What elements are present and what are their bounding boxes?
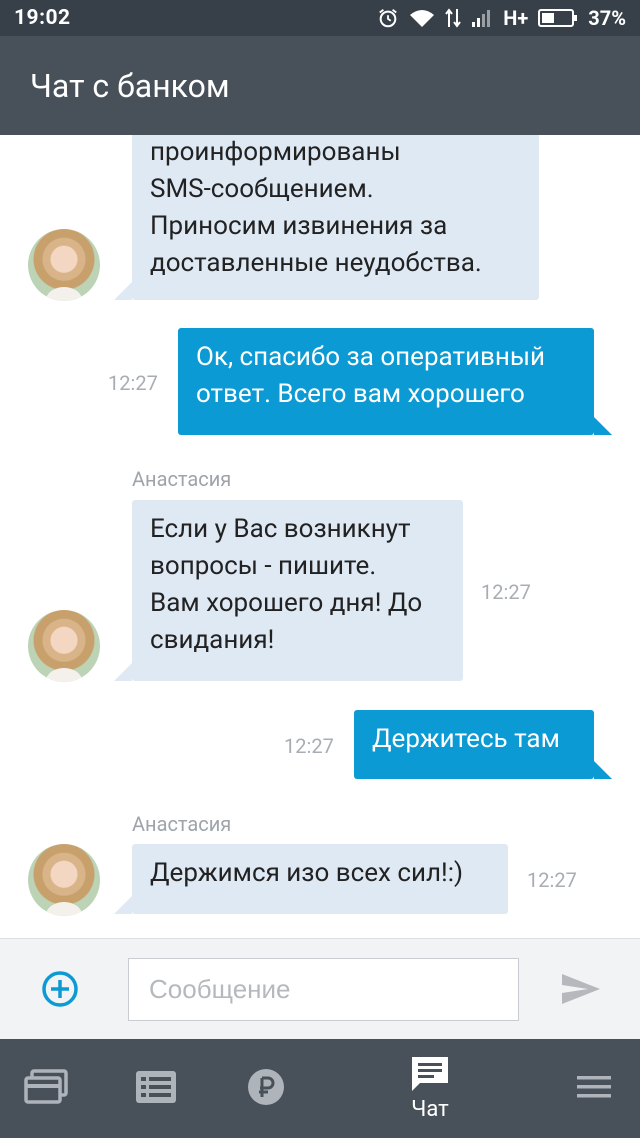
page-title: Чат с банком (30, 66, 230, 105)
message-time: 12:27 (108, 371, 158, 395)
nav-chat[interactable]: Чат (396, 1039, 464, 1138)
ruble-icon (248, 1068, 284, 1105)
bottom-navigation: Чат (0, 1039, 640, 1138)
chat-area[interactable]: проинформированы SMS-сообщением. Приноси… (0, 135, 640, 938)
list-icon (136, 1070, 176, 1103)
status-icons: H+ 37% (377, 6, 626, 30)
avatar (28, 610, 100, 682)
nav-cards[interactable] (20, 1039, 72, 1138)
send-icon[interactable] (560, 968, 602, 1010)
avatar (28, 229, 100, 301)
status-time: 19:02 (14, 6, 71, 30)
add-attachment-icon[interactable] (38, 967, 82, 1011)
app-bar: Чат с банком (0, 36, 640, 135)
nav-menu[interactable] (575, 1039, 613, 1138)
message-time: 12:27 (284, 734, 334, 758)
message-bubble: Ок, спасибо за оперативный ответ. Всего … (178, 328, 594, 435)
alarm-icon (379, 9, 398, 28)
nav-payments[interactable] (246, 1039, 286, 1138)
message-bubble: Если у Вас возникнут вопросы - пишите. В… (132, 500, 463, 681)
avatar (28, 844, 100, 916)
message-input[interactable] (128, 958, 519, 1021)
message-input-bar (0, 938, 640, 1039)
message-time: 12:27 (527, 868, 577, 892)
data-transfer-icon (445, 8, 462, 28)
signal-icon (472, 10, 491, 27)
cards-icon (24, 1068, 68, 1104)
message-bubble: Держимся изо всех сил!:) (132, 844, 508, 914)
message-bubble: Держитесь там (354, 710, 594, 779)
message-bubble: проинформированы SMS-сообщением. Приноси… (132, 135, 539, 300)
network-type: H+ (503, 6, 529, 30)
sender-name: Анастасия (132, 467, 232, 491)
chat-icon (412, 1057, 448, 1091)
wifi-icon (410, 10, 435, 27)
message-time: 12:27 (481, 580, 531, 604)
status-bar: 19:02 H+ 37% (0, 0, 640, 36)
sender-name: Анастасия (132, 812, 232, 836)
menu-icon (577, 1075, 611, 1097)
nav-list[interactable] (134, 1039, 178, 1138)
nav-chat-label: Чат (411, 1097, 449, 1122)
battery-percent: 37% (588, 6, 626, 30)
battery-icon (538, 9, 578, 27)
